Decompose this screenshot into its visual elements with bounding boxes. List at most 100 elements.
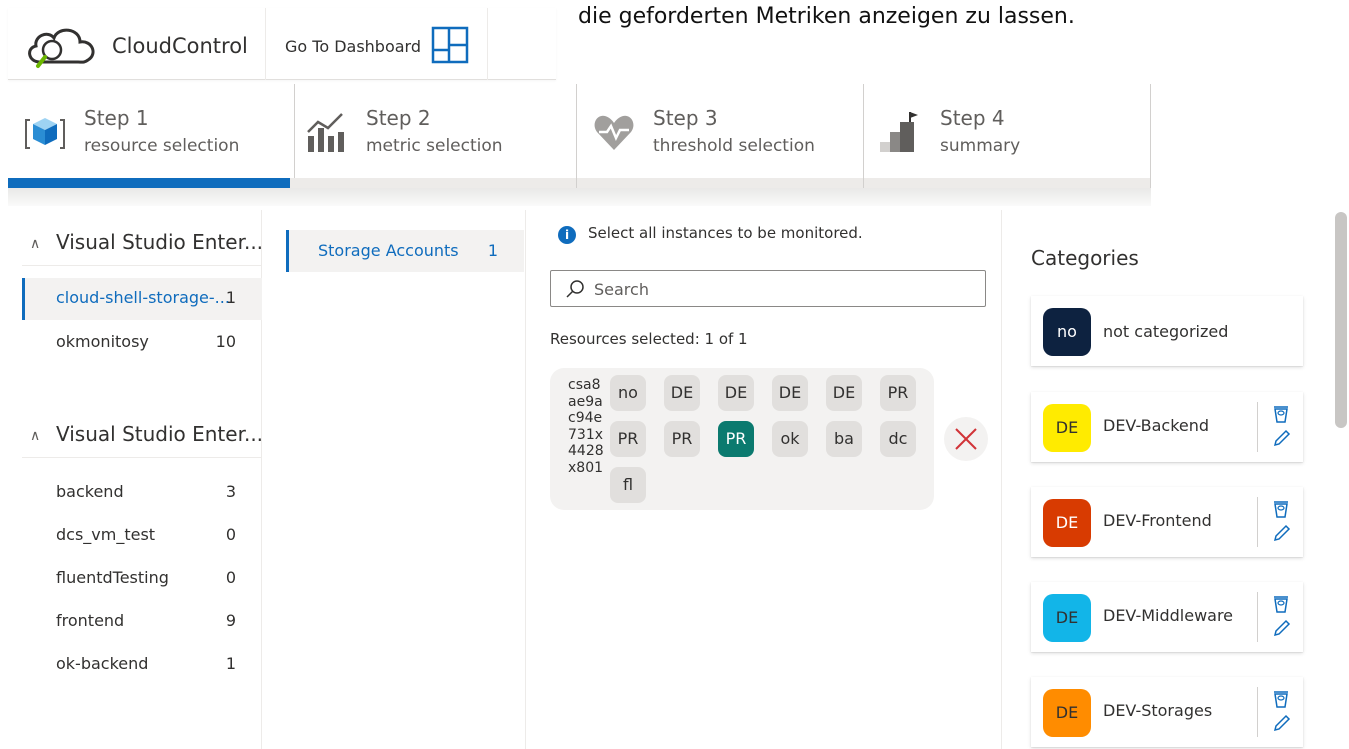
category-tag-button[interactable]: DE	[718, 375, 754, 411]
dashboard-link-label: Go To Dashboard	[285, 37, 422, 56]
resource-group-name: backend	[56, 482, 124, 501]
category-card[interactable]: DE DEV-Middleware	[1031, 582, 1303, 652]
category-name: DEV-Frontend	[1103, 511, 1212, 530]
subscription-header[interactable]: ∧ Visual Studio Enter...	[22, 414, 263, 458]
step-2-tab[interactable]: Step 2 metric selection	[290, 84, 577, 188]
category-tag-button[interactable]: PR	[610, 421, 646, 457]
categories-panel: Categories no not categorized DE DEV-Bac…	[1002, 210, 1333, 749]
dashboard-grid-icon	[431, 26, 469, 68]
category-tag-button[interactable]: PR	[664, 421, 700, 457]
category-tag-button[interactable]: fl	[610, 467, 646, 503]
resource-group-name: okmonitosy	[56, 332, 149, 351]
edit-icon[interactable]	[1272, 713, 1292, 737]
remove-resource-button[interactable]	[944, 417, 988, 461]
resource-group-count: 3	[225, 482, 236, 501]
edit-icon[interactable]	[1272, 618, 1292, 642]
delete-icon[interactable]	[1272, 594, 1290, 618]
brand[interactable]: CloudControl	[8, 8, 266, 80]
resource-group-item[interactable]: ok-backend 1	[22, 644, 262, 686]
resource-type-item[interactable]: Storage Accounts 1	[286, 230, 524, 272]
resource-group-name: frontend	[56, 611, 125, 630]
cube-icon	[22, 110, 68, 156]
step-progress-bar	[577, 178, 863, 188]
resource-group-item[interactable]: fluentdTesting 0	[22, 558, 262, 600]
go-to-dashboard-link[interactable]: Go To Dashboard	[266, 8, 488, 80]
resource-group-item[interactable]: cloud-shell-storage-... 1	[22, 278, 262, 320]
category-name: DEV-Backend	[1103, 416, 1210, 435]
chart-icon	[304, 110, 350, 156]
resource-group-item[interactable]: backend 3	[22, 472, 262, 514]
category-tag-button-selected[interactable]: PR	[718, 421, 754, 457]
step-title: Step 2	[366, 106, 431, 130]
stepper-shadow	[8, 188, 1151, 206]
resource-group-name: dcs_vm_test	[56, 525, 156, 544]
category-card[interactable]: DE DEV-Backend	[1031, 392, 1303, 462]
search-input[interactable]: Search	[550, 270, 986, 307]
step-title: Step 3	[653, 106, 718, 130]
resource-type-count: 1	[487, 241, 498, 260]
category-tag-button[interactable]: ba	[826, 421, 862, 457]
resource-group-name: ok-backend	[56, 654, 149, 673]
category-tag-button[interactable]: DE	[664, 375, 700, 411]
instance-panel: i Select all instances to be monitored. …	[526, 210, 1002, 749]
category-name: not categorized	[1103, 322, 1229, 341]
category-actions	[1257, 687, 1291, 737]
category-name: DEV-Storages	[1103, 701, 1213, 720]
category-tag-button[interactable]: dc	[880, 421, 916, 457]
resource-type-name: Storage Accounts	[318, 241, 459, 260]
step-title: Step 1	[84, 106, 149, 130]
step-3-tab[interactable]: Step 3 threshold selection	[577, 84, 864, 188]
app-name: CloudControl	[112, 34, 248, 58]
resource-group-item[interactable]: okmonitosy 10	[22, 322, 262, 364]
category-tag-button[interactable]: PR	[880, 375, 916, 411]
category-card[interactable]: DE DEV-Storages	[1031, 677, 1303, 747]
edit-icon[interactable]	[1272, 428, 1292, 452]
resource-group-count: 9	[225, 611, 236, 630]
step-subtitle: summary	[940, 136, 1021, 156]
category-tag-button[interactable]: DE	[772, 375, 808, 411]
step-title: Step 4	[940, 106, 1005, 130]
cloud-logo-icon	[22, 22, 102, 74]
category-tag-button[interactable]: no	[610, 375, 646, 411]
delete-icon[interactable]	[1272, 404, 1290, 428]
resource-group-item[interactable]: frontend 9	[22, 601, 262, 643]
subscription-title: Visual Studio Enter...	[56, 230, 264, 254]
resource-group-item[interactable]: dcs_vm_test 0	[22, 515, 262, 557]
resource-card[interactable]: csa8 ae9a c94e 731x 4428 x801 no DE DE D…	[550, 368, 934, 510]
chevron-up-icon: ∧	[30, 236, 41, 252]
category-name: DEV-Middleware	[1103, 606, 1234, 625]
category-tag-button[interactable]: ok	[772, 421, 808, 457]
info-icon: i	[558, 226, 576, 244]
scrollbar-thumb[interactable]	[1335, 212, 1347, 428]
category-badge: DE	[1043, 689, 1091, 737]
resource-group-count: 0	[225, 525, 236, 544]
step-subtitle: resource selection	[84, 136, 240, 156]
step-1-tab[interactable]: Step 1 resource selection	[8, 84, 295, 188]
step-progress-bar	[290, 178, 576, 188]
resource-group-name: fluentdTesting	[56, 568, 169, 587]
category-card[interactable]: no not categorized	[1031, 296, 1303, 366]
subscription-header[interactable]: ∧ Visual Studio Enter...	[22, 222, 264, 266]
delete-icon[interactable]	[1272, 689, 1290, 713]
step-subtitle: threshold selection	[653, 136, 815, 156]
document-caption: die geforderten Metriken anzeigen zu las…	[578, 4, 1075, 29]
edit-icon[interactable]	[1272, 523, 1292, 547]
step-4-tab[interactable]: Step 4 summary	[864, 84, 1151, 188]
step-subtitle: metric selection	[366, 136, 503, 156]
resource-group-count: 10	[215, 332, 236, 351]
resource-id: csa8 ae9a c94e 731x 4428 x801	[568, 377, 604, 476]
category-actions	[1257, 497, 1291, 547]
categories-title: Categories	[1031, 246, 1139, 270]
resource-group-count: 1	[225, 288, 236, 307]
top-bar: CloudControl Go To Dashboard	[8, 8, 556, 80]
category-tag-button[interactable]: DE	[826, 375, 862, 411]
search-placeholder: Search	[594, 280, 649, 299]
instruction-text: Select all instances to be monitored.	[588, 224, 863, 242]
delete-icon[interactable]	[1272, 499, 1290, 523]
close-icon	[955, 428, 977, 450]
category-card[interactable]: DE DEV-Frontend	[1031, 487, 1303, 557]
resource-group-count: 0	[225, 568, 236, 587]
category-badge: DE	[1043, 499, 1091, 547]
stairs-flag-icon	[878, 110, 924, 156]
vertical-scrollbar[interactable]	[1333, 210, 1349, 749]
